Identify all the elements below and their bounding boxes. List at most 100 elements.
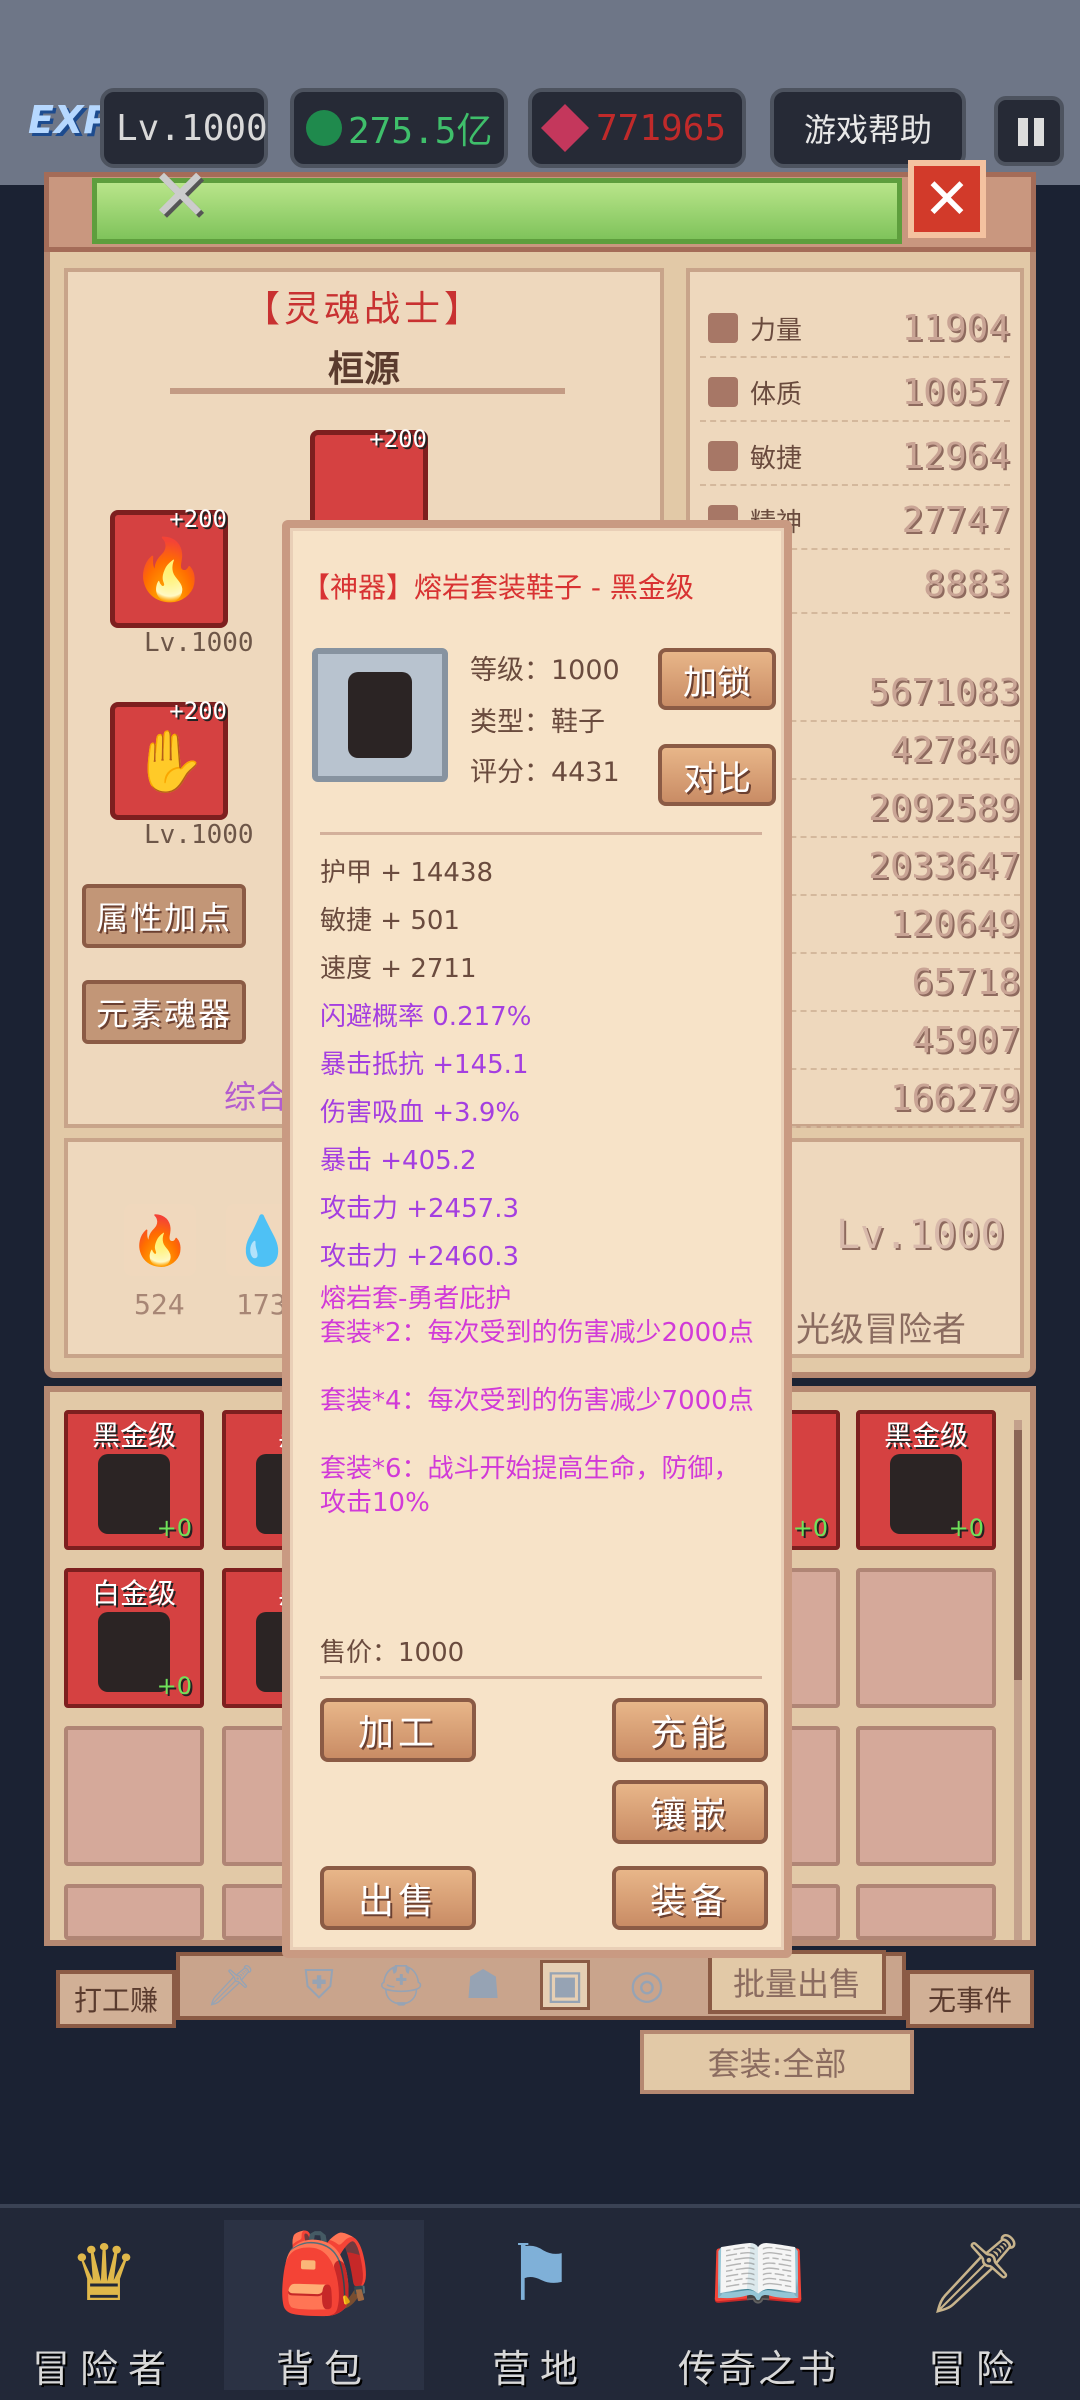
item-enhance: +0 (156, 1672, 192, 1700)
inventory-slot-empty[interactable] (856, 1726, 996, 1866)
exp-badge: EXP (28, 98, 112, 142)
item-type: 类型：鞋子 (470, 707, 605, 738)
inventory-slot-empty[interactable] (856, 1884, 996, 1940)
item-bonus-attr: 攻击力 +2457.3 (320, 1194, 520, 1224)
nav-adventurer[interactable]: ♛ 冒险者 (4, 2220, 204, 2391)
suit-filter-dropdown[interactable]: 套装:全部 (640, 2030, 914, 2094)
gem-icon (540, 103, 590, 153)
item-enhance: +0 (948, 1514, 984, 1542)
fire-element-icon[interactable]: 🔥 (124, 1204, 196, 1276)
stat-constitution: 体质 10057 (700, 364, 1010, 422)
crown-icon: ♛ (69, 2229, 139, 2319)
gloves-plus: +200 (169, 697, 227, 725)
inventory-slot[interactable]: 黑金级 +0 (856, 1410, 996, 1550)
popup-divider (320, 832, 762, 835)
inventory-slot-empty[interactable] (64, 1726, 204, 1866)
backpack-icon: 🎒 (275, 2228, 373, 2319)
inventory-slot-empty[interactable] (64, 1884, 204, 1940)
boot-icon (708, 441, 738, 471)
sword-icon: 🗡 (926, 2228, 1026, 2319)
armor-tab-icon[interactable]: ☗ (458, 1960, 508, 2010)
item-bonus-attr: 暴击 +405.2 (320, 1146, 477, 1176)
set-bonus-6: 套装*6：战斗开始提高生命，防御，攻击10% (320, 1454, 740, 1518)
crossed-swords-icon: ✕ (149, 153, 211, 237)
equip-button[interactable]: 装备 (612, 1866, 768, 1930)
combat-stat-value: 65718 (911, 961, 1020, 1003)
gold-amount: 275.5亿 (348, 111, 493, 152)
combat-stat-value: 120649 (889, 903, 1020, 945)
nav-label: 冒险者 (31, 2347, 176, 2391)
weapon-plus: +200 (169, 505, 227, 533)
lock-button[interactable]: 加锁 (658, 648, 776, 710)
set-bonus-2: 套装*2：每次受到的伤害减少2000点 (320, 1318, 754, 1348)
weapon-tab-icon[interactable]: 🗡 (206, 1960, 257, 2010)
work-button[interactable]: 打工赚 (56, 1970, 176, 2028)
sell-button[interactable]: 出售 (320, 1866, 476, 1930)
item-grade: 白金级 (91, 1577, 176, 1610)
combat-stat: 2033647 (770, 838, 1020, 896)
item-title: 【神器】熔岩套装鞋子 - 黑金级 (302, 571, 694, 604)
popup-divider (320, 1676, 762, 1679)
divider (170, 388, 565, 394)
item-score: 评分：4431 (470, 757, 620, 788)
adventurer-rank: 光级冒险者 (796, 1310, 966, 1350)
nav-camp[interactable]: ⚑ 营地 (440, 2220, 640, 2391)
set-bonus-4: 套装*4：每次受到的伤害减少7000点 (320, 1386, 754, 1416)
element-soul-button[interactable]: 元素魂器 (82, 980, 246, 1044)
gloves-level: Lv.1000 (144, 820, 254, 850)
combat-stat: 45907 (770, 1012, 1020, 1070)
level-text: Lv.1000 (116, 107, 268, 149)
helmet-tab-icon[interactable]: ⛑ (376, 1960, 427, 2010)
attribute-points-button[interactable]: 属性加点 (82, 884, 246, 948)
book-icon: 📖 (709, 2228, 807, 2319)
hero-class-title: 【灵魂战士】 (243, 289, 484, 330)
nav-label: 冒险 (927, 2347, 1024, 2391)
water-element-count: 173 (236, 1288, 287, 1321)
game-help-button[interactable]: 游戏帮助 (770, 88, 966, 168)
nav-label: 营地 (491, 2347, 588, 2391)
stat-value: 27747 (901, 499, 1010, 541)
stat-value: 8883 (923, 563, 1010, 605)
inventory-slot[interactable]: 黑金级 +0 (64, 1410, 204, 1550)
charge-button[interactable]: 充能 (612, 1698, 768, 1762)
stat-value: 12964 (901, 435, 1010, 477)
item-enhance: +0 (792, 1514, 828, 1542)
ring-tab-icon[interactable]: ◎ (622, 1960, 672, 2010)
nav-legend-book[interactable]: 📖 传奇之书 (658, 2220, 858, 2392)
inventory-scroll-thumb[interactable] (1014, 1430, 1022, 1680)
gem-amount: 771965 (596, 107, 727, 149)
strength-icon (708, 313, 738, 343)
combat-stat-value: 45907 (911, 1019, 1020, 1061)
nav-label: 背包 (275, 2347, 372, 2391)
item-grade: 黑金级 (91, 1419, 176, 1452)
combined-label: 综合 (224, 1078, 289, 1116)
batch-sell-button[interactable]: 批量出售 (708, 1950, 886, 2014)
item-icon-frame (312, 648, 448, 782)
nav-adventure[interactable]: 🗡 冒险 (876, 2220, 1076, 2392)
item-bonus-attr: 暴击抵抗 +145.1 (320, 1050, 529, 1080)
inlay-button[interactable]: 镶嵌 (612, 1780, 768, 1844)
gloves-slot[interactable]: ✋ +200 (110, 697, 228, 820)
combat-stat: 5671083 (770, 664, 1020, 722)
no-event-button[interactable]: 无事件 (906, 1970, 1034, 2028)
item-attr: 护甲 + 14438 (320, 858, 494, 888)
boots-tab-icon[interactable]: ▣ (540, 1960, 590, 2010)
craft-button[interactable]: 加工 (320, 1698, 476, 1762)
combat-stat-value: 2033647 (868, 845, 1020, 887)
camp-banner-icon: ⚑ (505, 2229, 575, 2319)
weapon-slot[interactable]: 🔥 +200 (110, 505, 228, 628)
shield-tab-icon[interactable]: ⛨ (294, 1960, 344, 2010)
item-price: 售价：1000 (320, 1638, 465, 1668)
combat-stat-value: 2092589 (868, 787, 1020, 829)
item-grade: 黑金级 (883, 1419, 968, 1452)
item-bonus-attr: 闪避概率 0.217% (320, 1002, 532, 1032)
nav-backpack[interactable]: 🎒 背包 (224, 2220, 424, 2391)
inventory-slot[interactable]: 白金级 +0 (64, 1568, 204, 1708)
close-button[interactable]: ✕ (908, 160, 986, 238)
inventory-slot-empty[interactable] (856, 1568, 996, 1708)
combat-stat: 166279 (770, 1070, 1020, 1128)
compare-button[interactable]: 对比 (658, 744, 776, 806)
pause-button[interactable] (994, 96, 1064, 166)
stat-label: 敏捷 (750, 443, 803, 474)
stat-value: 10057 (901, 371, 1010, 413)
